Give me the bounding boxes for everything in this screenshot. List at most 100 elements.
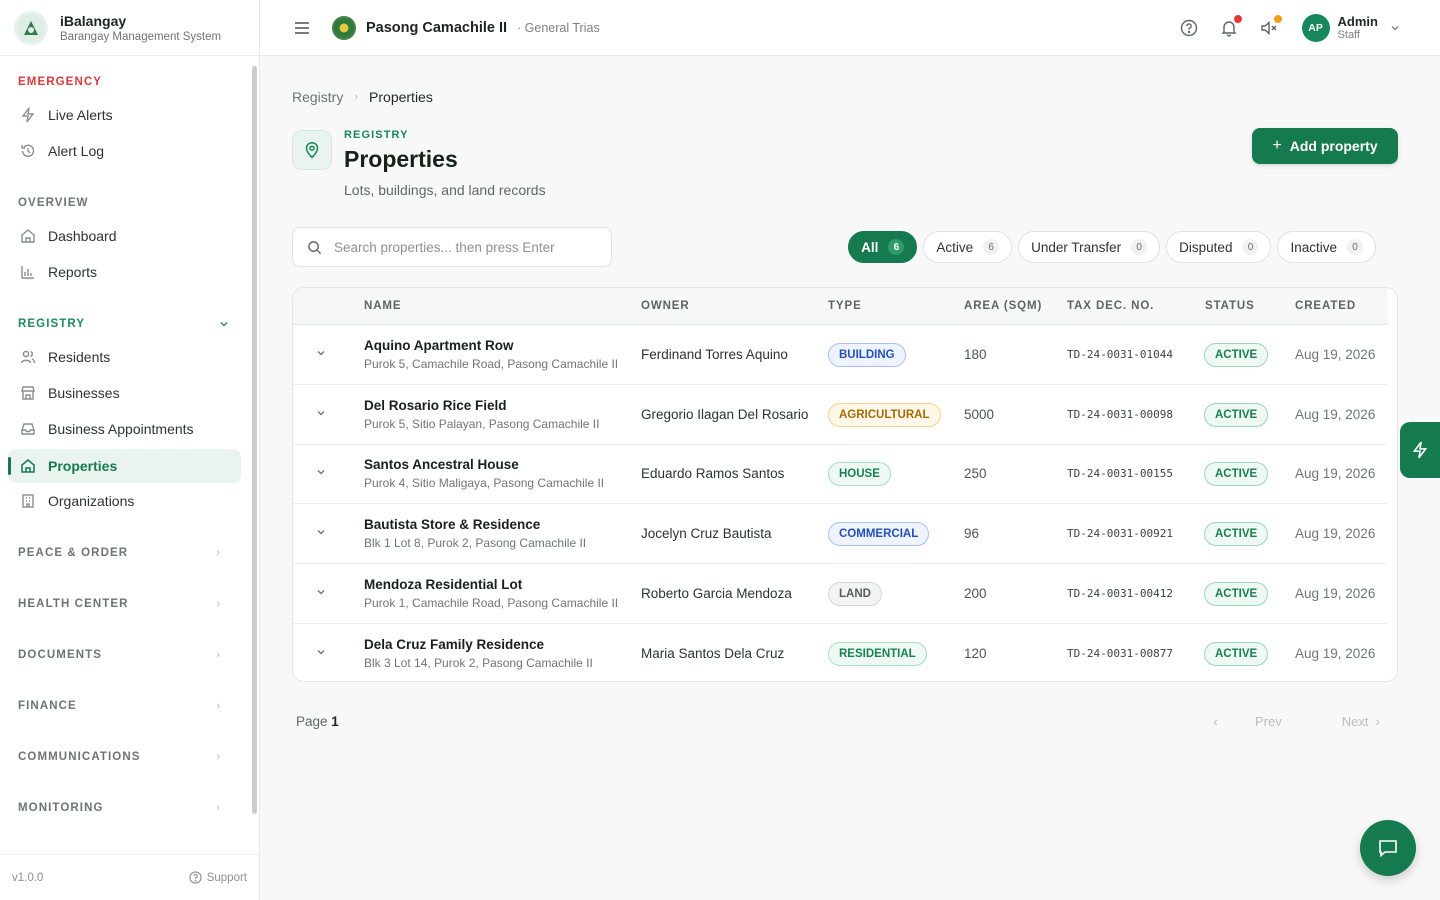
speaker-muted-icon[interactable] bbox=[1258, 14, 1282, 39]
filter-under-transfer[interactable]: Under Transfer 0 bbox=[1018, 231, 1161, 263]
chevron-down-icon[interactable] bbox=[315, 466, 327, 478]
building-icon bbox=[20, 493, 36, 509]
table-row[interactable]: Del Rosario Rice Field Purok 5, Sitio Pal… bbox=[293, 385, 1388, 445]
sidebar-nav: EMERGENCY Live Alerts Alert Log OVERVIEW… bbox=[0, 56, 250, 854]
search-input[interactable] bbox=[334, 239, 594, 255]
table-row[interactable]: Aquino Apartment Row Purok 5, Camachile R… bbox=[293, 325, 1388, 385]
chevron-down-icon[interactable] bbox=[1390, 23, 1400, 33]
property-owner: Roberto Garcia Mendoza bbox=[641, 585, 792, 601]
type-badge: RESIDENTIAL bbox=[828, 641, 927, 666]
next-button[interactable]: Next › bbox=[1312, 714, 1380, 729]
section-monitoring[interactable]: MONITORING bbox=[18, 802, 104, 814]
filter-disputed[interactable]: Disputed 0 bbox=[1166, 231, 1272, 263]
status-badge: ACTIVE bbox=[1204, 462, 1269, 487]
tax-dec-number: TD-24-0031-00155 bbox=[1067, 467, 1173, 481]
sidebar-item-label: Residents bbox=[48, 349, 111, 365]
section-finance[interactable]: FINANCE bbox=[18, 700, 77, 712]
add-property-label: Add property bbox=[1289, 138, 1378, 154]
table-row[interactable]: Mendoza Residential Lot Purok 1, Camachil… bbox=[293, 564, 1388, 624]
brand-subtitle: Barangay Management System bbox=[60, 30, 222, 43]
status-badge: ACTIVE bbox=[1204, 522, 1269, 547]
property-name[interactable]: Mendoza Residential Lot bbox=[364, 577, 522, 592]
sidebar-item-label: Properties bbox=[48, 458, 118, 474]
column-tax-dec[interactable]: TAX DEC. NO. bbox=[1067, 300, 1154, 312]
section-peace-order[interactable]: PEACE & ORDER bbox=[18, 547, 128, 559]
breadcrumb-registry[interactable]: Registry bbox=[292, 89, 343, 105]
sidebar-item-business-appointments[interactable]: Business Appointments bbox=[8, 412, 241, 446]
chevron-right-icon: › bbox=[354, 91, 359, 103]
chevron-right-icon[interactable]: › bbox=[216, 751, 220, 763]
add-property-button[interactable]: + Add property bbox=[1252, 128, 1398, 164]
filter-count: 6 bbox=[888, 239, 905, 255]
filter-count: 0 bbox=[1347, 239, 1363, 255]
chevron-right-icon[interactable]: › bbox=[216, 649, 220, 661]
section-registry[interactable]: REGISTRY bbox=[18, 318, 85, 330]
help-icon[interactable] bbox=[1178, 17, 1200, 39]
sidebar-item-properties[interactable]: Properties bbox=[8, 449, 241, 483]
filter-all[interactable]: All 6 bbox=[848, 231, 918, 263]
user-name: Admin bbox=[1337, 14, 1378, 29]
sidebar-item-reports[interactable]: Reports bbox=[8, 255, 241, 289]
sidebar-item-live-alerts[interactable]: Live Alerts bbox=[8, 98, 241, 132]
chevron-down-icon[interactable] bbox=[315, 347, 327, 359]
chevron-down-icon[interactable] bbox=[218, 318, 230, 330]
city-name: · General Trias bbox=[517, 20, 600, 35]
property-name[interactable]: Santos Ancestral House bbox=[364, 457, 519, 472]
sidebar-item-organizations[interactable]: Organizations bbox=[8, 484, 241, 518]
property-name[interactable]: Aquino Apartment Row bbox=[364, 338, 514, 353]
sidebar-item-residents[interactable]: Residents bbox=[8, 340, 241, 374]
table-row[interactable]: Bautista Store & Residence Blk 1 Lot 8, P… bbox=[293, 504, 1388, 565]
prev-button[interactable]: ‹ Prev bbox=[1213, 714, 1281, 729]
section-communications[interactable]: COMMUNICATIONS bbox=[18, 751, 141, 763]
column-name[interactable]: NAME bbox=[364, 300, 401, 312]
filter-inactive[interactable]: Inactive 0 bbox=[1277, 231, 1376, 263]
sidebar-item-alert-log[interactable]: Alert Log bbox=[8, 134, 241, 168]
chat-button[interactable] bbox=[1360, 820, 1416, 876]
bell-icon[interactable] bbox=[1218, 14, 1242, 39]
support-link[interactable]: Support bbox=[189, 871, 247, 884]
chevron-right-icon[interactable]: › bbox=[216, 802, 220, 814]
chevron-down-icon[interactable] bbox=[315, 526, 327, 538]
page-eyebrow: REGISTRY bbox=[344, 129, 409, 141]
property-owner: Jocelyn Cruz Bautista bbox=[641, 526, 772, 542]
sidebar-item-businesses[interactable]: Businesses bbox=[8, 376, 241, 410]
chat-icon bbox=[1377, 837, 1399, 859]
page-label: Page bbox=[296, 714, 328, 729]
brand: iBalangay Barangay Management System bbox=[0, 0, 259, 56]
table-row[interactable]: Santos Ancestral House Purok 4, Sitio Mal… bbox=[293, 444, 1388, 505]
user-menu[interactable]: Admin Staff bbox=[1330, 14, 1378, 41]
bar-chart-icon bbox=[20, 264, 36, 280]
column-owner[interactable]: OWNER bbox=[641, 300, 690, 312]
column-status[interactable]: STATUS bbox=[1205, 300, 1255, 312]
sidebar-item-label: Businesses bbox=[48, 385, 120, 401]
filter-label: Under Transfer bbox=[1031, 239, 1122, 255]
property-owner: Eduardo Ramos Santos bbox=[641, 466, 785, 482]
sidebar-item-dashboard[interactable]: Dashboard bbox=[8, 219, 241, 253]
breadcrumb: Registry › Properties bbox=[292, 89, 433, 105]
chevron-down-icon[interactable] bbox=[315, 646, 327, 658]
sidebar-scrollbar[interactable] bbox=[252, 66, 257, 814]
menu-icon[interactable] bbox=[294, 21, 310, 35]
quick-alert-button[interactable] bbox=[1400, 422, 1440, 478]
column-created[interactable]: CREATED bbox=[1295, 300, 1356, 312]
column-area[interactable]: AREA (SQM) bbox=[964, 300, 1042, 312]
breadcrumb-current: Properties bbox=[369, 89, 433, 105]
section-health-center[interactable]: HEALTH CENTER bbox=[18, 598, 129, 610]
column-type[interactable]: TYPE bbox=[828, 300, 862, 312]
property-name[interactable]: Del Rosario Rice Field bbox=[364, 398, 507, 413]
property-name[interactable]: Bautista Store & Residence bbox=[364, 517, 540, 532]
sidebar: iBalangay Barangay Management System EME… bbox=[0, 0, 260, 900]
avatar[interactable]: AP bbox=[1301, 13, 1330, 42]
property-name[interactable]: Dela Cruz Family Residence bbox=[364, 637, 544, 652]
chevron-right-icon[interactable]: › bbox=[216, 700, 220, 712]
created-date: Aug 19, 2026 bbox=[1295, 466, 1376, 482]
tax-dec-number: TD-24-0031-00877 bbox=[1067, 646, 1173, 660]
chevron-down-icon[interactable] bbox=[315, 407, 327, 419]
filter-active[interactable]: Active 6 bbox=[923, 231, 1013, 263]
sidebar-item-label: Reports bbox=[48, 264, 98, 280]
chevron-right-icon[interactable]: › bbox=[216, 547, 220, 559]
section-documents[interactable]: DOCUMENTS bbox=[18, 649, 102, 661]
table-row[interactable]: Dela Cruz Family Residence Blk 3 Lot 14, … bbox=[293, 624, 1388, 682]
chevron-down-icon[interactable] bbox=[315, 586, 327, 598]
chevron-right-icon[interactable]: › bbox=[216, 598, 220, 610]
